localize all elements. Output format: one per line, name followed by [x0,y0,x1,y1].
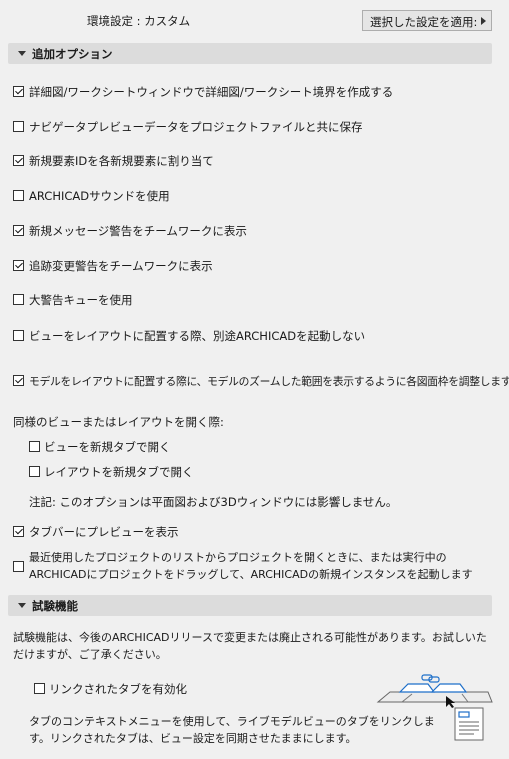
checkbox-use-archicad-sound[interactable] [13,190,24,201]
apply-settings-button[interactable]: 選択した設定を適用: [362,10,492,31]
label-open-view-new-tab: ビューを新規タブで開く [44,440,171,454]
checkbox-adjust-drawing-frame[interactable] [13,375,24,386]
checkbox-tabbar-preview[interactable] [13,526,24,537]
collapse-triangle-icon [18,51,26,56]
experimental-description: 試験機能は、今後のARCHICADリリースで変更または廃止される可能性があります… [13,631,487,661]
label-use-archicad-sound: ARCHICADサウンドを使用 [29,189,170,203]
label-teamwork-change-alert: 追跡変更警告をチームワークに表示 [29,259,213,273]
label-new-instance: 最近使用したプロジェクトのリストからプロジェクトを開くときに、または実行中のAR… [29,551,473,581]
checkbox-teamwork-message-alert[interactable] [13,225,24,236]
checkbox-enable-linked-tabs[interactable] [34,683,45,694]
label-no-separate-archicad: ビューをレイアウトに配置する際、別途ARCHICADを起動しない [29,329,366,343]
collapse-triangle-icon [18,603,26,608]
linked-tabs-illustration-icon [376,674,493,708]
checkbox-save-navigator-preview[interactable] [13,121,24,132]
environment-label: 環境設定 : カスタム [87,14,191,28]
open-views-group-label: 同様のビューまたはレイアウトを開く際: [13,415,224,429]
label-open-layout-new-tab: レイアウトを新規タブで開く [44,465,194,479]
checkbox-open-layout-new-tab[interactable] [29,466,40,477]
section-header-additional-options[interactable]: 追加オプション [8,43,492,64]
label-teamwork-message-alert: 新規メッセージ警告をチームワークに表示 [29,224,247,238]
label-save-navigator-preview: ナビゲータプレビューデータをプロジェクトファイルと共に保存 [29,120,363,134]
label-tabbar-preview: タブバーにプレビューを表示 [29,525,179,539]
label-enable-linked-tabs: リンクされたタブを有効化 [49,682,187,696]
checkbox-create-detail-boundary[interactable] [13,86,24,97]
note-text: 注記: このオプションは平面図および3Dウィンドウには影響しません。 [29,495,398,509]
chevron-right-icon [481,17,486,25]
section-title: 試験機能 [32,599,78,613]
label-assign-element-id: 新規要素IDを各新規要素に割り当て [29,154,214,168]
checkbox-large-alert-queue[interactable] [13,294,24,305]
checkbox-new-instance[interactable] [13,561,24,572]
section-header-experimental[interactable]: 試験機能 [8,595,492,616]
view-settings-document-icon [454,707,484,741]
checkbox-open-view-new-tab[interactable] [29,441,40,452]
checkbox-no-separate-archicad[interactable] [13,330,24,341]
section-title: 追加オプション [32,47,113,61]
label-create-detail-boundary: 詳細図/ワークシートウィンドウで詳細図/ワークシート境界を作成する [29,85,394,99]
apply-settings-label: 選択した設定を適用: [370,15,478,29]
checkbox-assign-element-id[interactable] [13,155,24,166]
linked-tabs-description: タブのコンテキストメニューを使用して、ライブモデルビューのタブをリンクします。リ… [29,715,435,745]
checkbox-teamwork-change-alert[interactable] [13,260,24,271]
label-large-alert-queue: 大警告キューを使用 [29,293,133,307]
label-adjust-drawing-frame: モデルをレイアウトに配置する際に、モデルのズームした範囲を表示するように各図面枠… [29,375,509,388]
